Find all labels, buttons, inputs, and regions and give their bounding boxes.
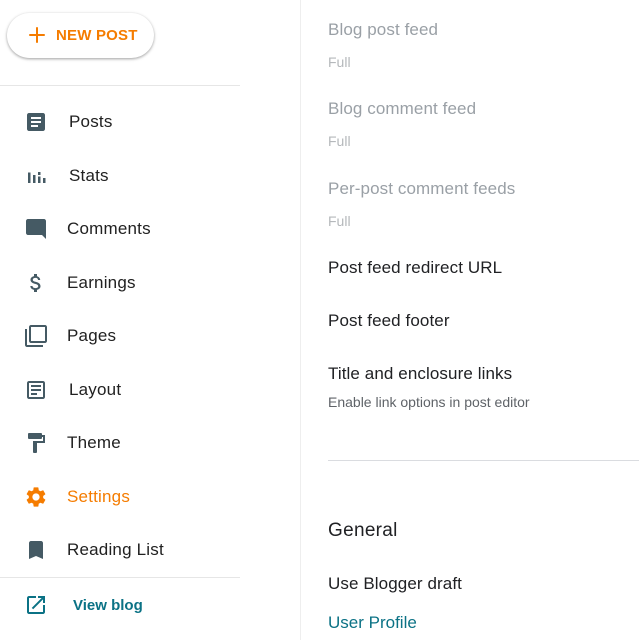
user-profile-link[interactable]: User Profile xyxy=(328,613,417,633)
setting-value: Enable link options in post editor xyxy=(328,394,530,410)
setting-title: Per-post comment feeds xyxy=(328,179,516,198)
setting-blog-comment-feed: Blog comment feed Full xyxy=(328,99,476,149)
sidebar-item-label: Theme xyxy=(67,433,121,452)
gear-icon xyxy=(26,487,46,507)
open-in-new-icon xyxy=(27,596,45,614)
sidebar-item-label: Settings xyxy=(67,487,131,506)
setting-post-feed-footer[interactable]: Post feed footer xyxy=(328,311,450,331)
sidebar-item-label: Pages xyxy=(67,326,117,345)
bookmark-icon xyxy=(29,541,43,559)
view-blog-link[interactable]: View blog xyxy=(0,586,240,626)
setting-value: Full xyxy=(328,213,351,229)
comments-icon xyxy=(26,219,46,239)
sidebar-item-label: Reading List xyxy=(67,540,164,559)
pages-icon xyxy=(25,325,47,347)
sidebar-divider xyxy=(0,577,240,578)
dollar-icon xyxy=(30,274,41,292)
setting-title: Post feed redirect URL xyxy=(328,258,503,277)
sidebar-item-posts[interactable]: Posts xyxy=(0,100,240,144)
setting-post-feed-redirect-url[interactable]: Post feed redirect URL xyxy=(328,258,502,278)
sidebar-item-label: Comments xyxy=(67,219,151,238)
sidebar-item-earnings[interactable]: Earnings xyxy=(0,261,240,305)
sidebar-item-label: Posts xyxy=(69,112,113,131)
plus-icon xyxy=(27,25,47,45)
setting-title: Use Blogger draft xyxy=(328,574,462,593)
section-divider xyxy=(328,460,639,461)
layout-icon xyxy=(27,381,45,399)
section-heading-general: General xyxy=(328,520,398,541)
paint-roller-icon xyxy=(28,433,45,453)
setting-title: Title and enclosure links xyxy=(328,364,513,383)
setting-use-blogger-draft[interactable]: Use Blogger draft xyxy=(328,574,462,594)
sidebar-item-settings[interactable]: Settings xyxy=(0,475,240,519)
settings-panel: Blog post feed Full Blog comment feed Fu… xyxy=(302,0,639,640)
sidebar-item-label: Layout xyxy=(69,380,122,399)
setting-title: Blog post feed xyxy=(328,20,439,39)
sidebar-item-theme[interactable]: Theme xyxy=(0,421,240,465)
posts-icon xyxy=(27,113,45,131)
sidebar-item-comments[interactable]: Comments xyxy=(0,207,240,251)
setting-per-post-comment-feeds: Per-post comment feeds Full xyxy=(328,179,515,229)
sidebar-item-label: Earnings xyxy=(67,273,136,292)
sidebar-item-pages[interactable]: Pages xyxy=(0,314,240,358)
sidebar-item-stats[interactable]: Stats xyxy=(0,154,240,198)
setting-title-and-enclosure-links[interactable]: Title and enclosure links Enable link op… xyxy=(328,364,530,410)
setting-title: Post feed footer xyxy=(328,311,450,330)
setting-value: Full xyxy=(328,54,351,70)
setting-value: Full xyxy=(328,133,351,149)
sidebar-item-layout[interactable]: Layout xyxy=(0,368,240,412)
new-post-label: NEW POST xyxy=(56,27,138,44)
setting-blog-post-feed: Blog post feed Full xyxy=(328,20,438,70)
stats-icon xyxy=(28,170,46,183)
view-blog-label: View blog xyxy=(73,597,143,614)
sidebar-item-label: Stats xyxy=(69,166,109,185)
new-post-button[interactable]: NEW POST xyxy=(7,13,154,58)
sidebar-divider xyxy=(0,85,240,86)
sidebar-item-reading-list[interactable]: Reading List xyxy=(0,528,240,572)
setting-title: Blog comment feed xyxy=(328,99,477,118)
sidebar: NEW POST Posts Stats Comments Earnings P… xyxy=(0,0,301,640)
